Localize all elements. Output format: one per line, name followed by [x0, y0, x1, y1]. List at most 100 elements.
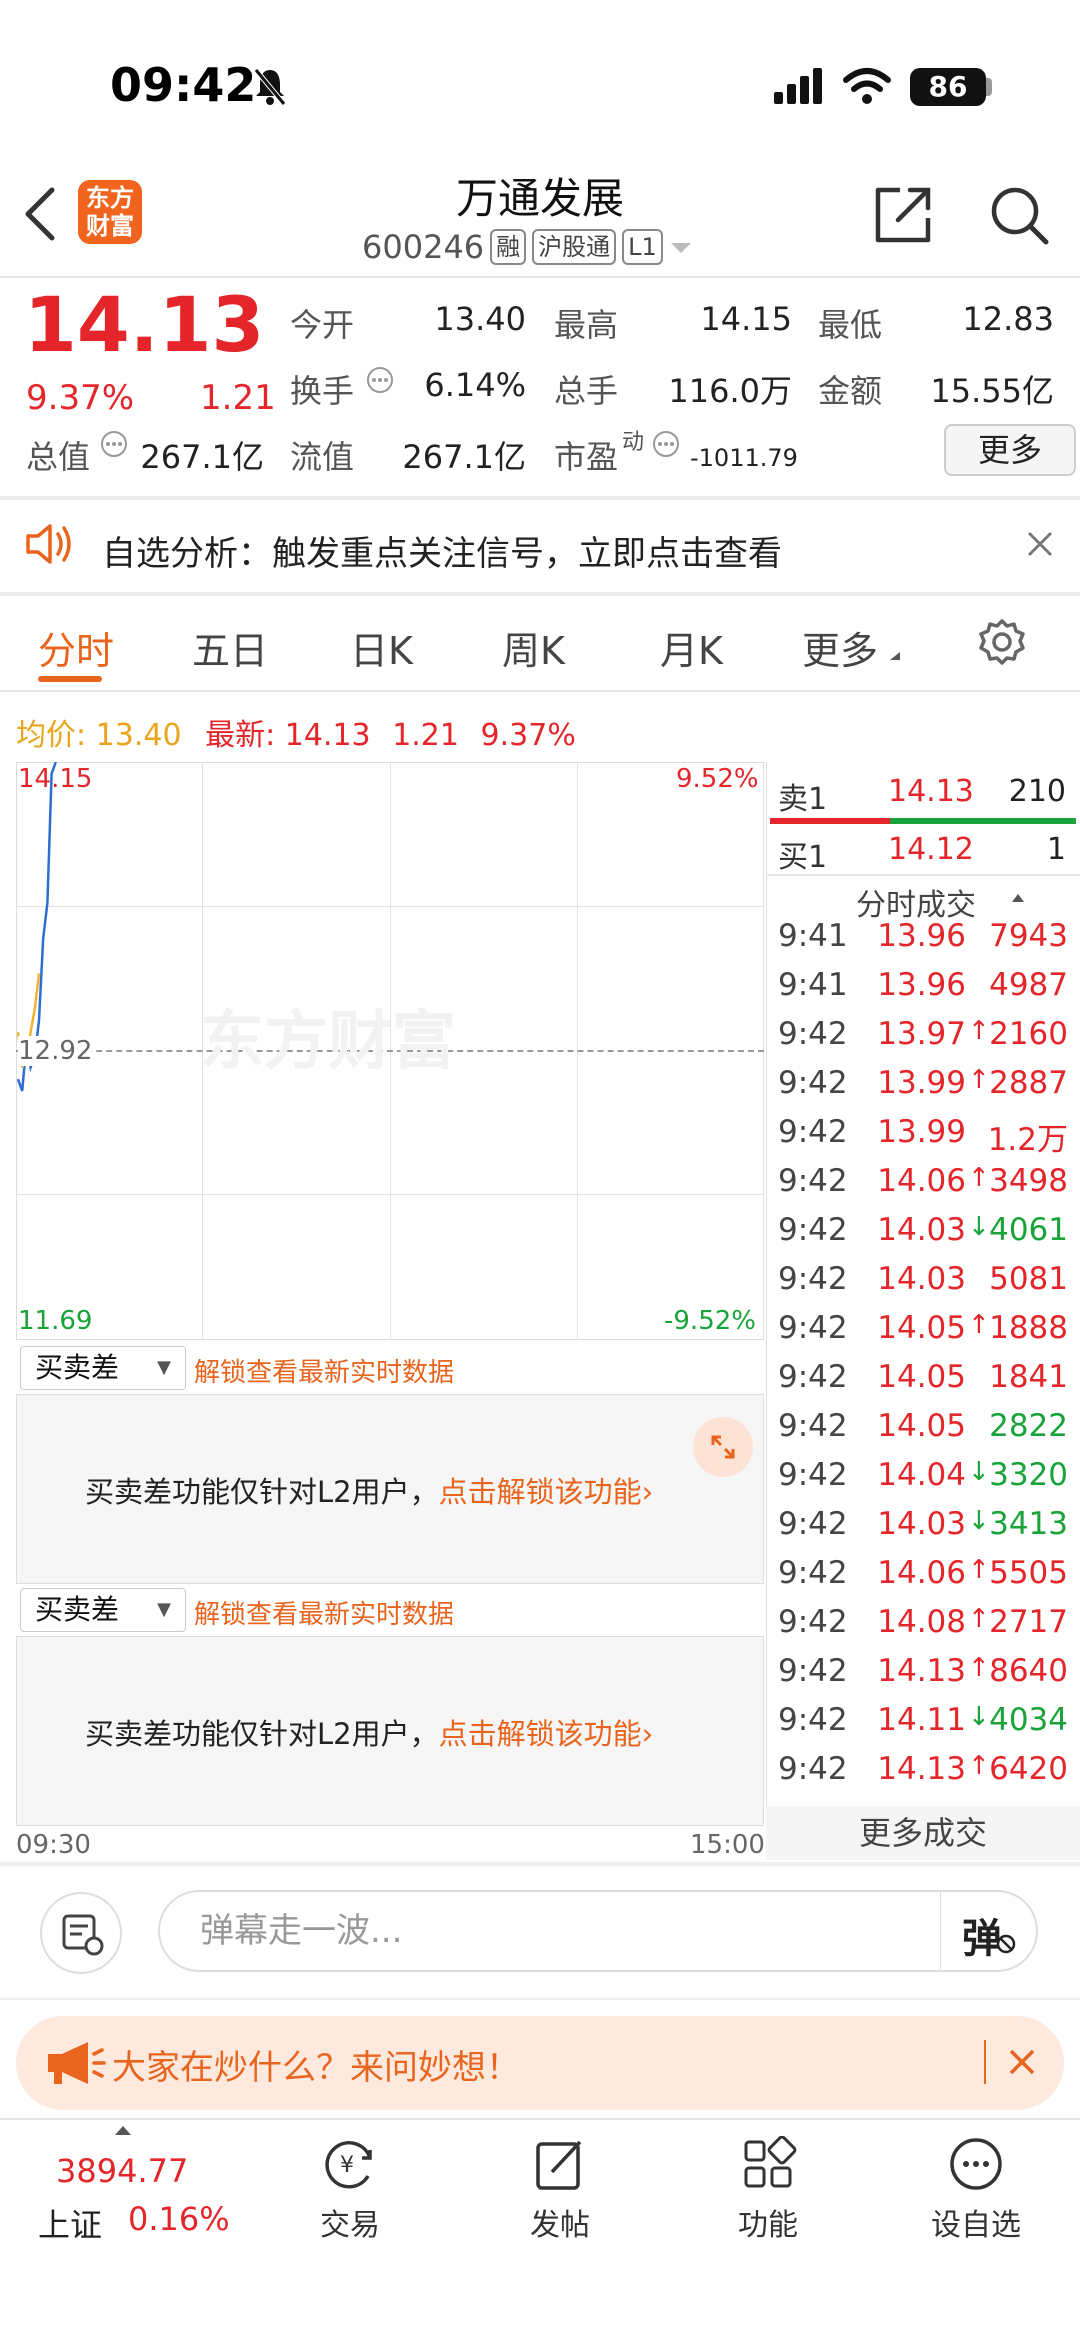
summary-line: 均价: 13.40 最新: 14.13 1.21 9.37% — [16, 710, 576, 754]
trade-volume: 2887 — [989, 1065, 1068, 1101]
trade-row: 9:42 14.03 ↓ 3413 — [778, 1506, 1068, 1554]
chevron-right-icon: › — [641, 1475, 654, 1509]
volume-label: 总手 — [554, 372, 619, 410]
trade-volume: 2822 — [989, 1408, 1068, 1444]
nav-add-watchlist[interactable]: 设自选 — [896, 2136, 1056, 2244]
price-lines — [16, 762, 57, 1092]
open-value: 13.40 — [434, 300, 526, 338]
latest-label: 最新: — [205, 718, 276, 753]
tab-weekly-k[interactable]: 周K — [502, 620, 565, 675]
float-value-label: 流值 — [290, 438, 355, 476]
promo-banner[interactable]: 大家在炒什么？来问妙想！ — [16, 2016, 1064, 2110]
info-dots-icon[interactable] — [100, 430, 128, 458]
total-value-label: 总值 — [26, 438, 91, 476]
pct-bottom-label: -9.52% — [664, 1306, 756, 1336]
nav-divider — [0, 2118, 1080, 2120]
sell-bar — [770, 818, 890, 824]
amount-value: 15.55亿 — [930, 372, 1054, 410]
trade-time: 9:42 — [778, 1212, 848, 1248]
note-icon — [62, 1914, 104, 1956]
volume-value: 116.0万 — [668, 372, 792, 410]
trade-volume: 4061 — [989, 1212, 1068, 1248]
trade-time: 9:41 — [778, 918, 848, 954]
diff-unlock-link[interactable]: 点击解锁该功能 — [439, 1717, 642, 1751]
avg-label: 均价: — [16, 718, 87, 753]
grid-apps-icon — [744, 2135, 797, 2188]
trade-row: 9:42 13.99 ↑ 2887 — [778, 1065, 1068, 1113]
index-value[interactable]: 3894.77 — [56, 2152, 188, 2190]
tab-intraday[interactable]: 分时 — [38, 620, 114, 675]
trade-time: 9:42 — [778, 1653, 848, 1689]
turnover-label: 换手 — [290, 372, 355, 410]
trade-time: 9:42 — [778, 1506, 848, 1542]
high-value: 14.15 — [700, 300, 792, 338]
open-label: 今开 — [290, 306, 355, 344]
dropdown-triangle-icon[interactable] — [669, 237, 693, 257]
trade-volume: 8640 — [989, 1653, 1068, 1689]
avg-value: 13.40 — [95, 718, 182, 753]
tab-five-day[interactable]: 五日 — [192, 620, 268, 675]
more-trades-button[interactable]: 更多成交 — [766, 1806, 1080, 1860]
diff-locked-panel[interactable]: 买卖差功能仅针对L2用户，点击解锁该功能› — [16, 1394, 764, 1584]
trade-price: 13.96 — [877, 967, 966, 1003]
nav-post[interactable]: 发帖 — [480, 2136, 640, 2244]
trade-price: 14.03 — [877, 1212, 966, 1248]
change-amount: 1.21 — [200, 378, 276, 418]
trade-price: 13.97 — [877, 1016, 966, 1052]
info-dots-icon[interactable] — [366, 366, 394, 394]
close-icon[interactable] — [1026, 530, 1054, 558]
trade-price: 13.96 — [877, 918, 966, 954]
diff-message: 买卖差功能仅针对L2用户， — [85, 1717, 439, 1751]
header-divider — [0, 276, 1080, 278]
danmu-input[interactable]: 弹幕走一波... — [158, 1890, 1038, 1972]
trade-yuan-icon: ¥ — [325, 2141, 372, 2189]
trade-row: 9:42 14.05 ↑ 1888 — [778, 1310, 1068, 1358]
pe-value: -1011.79 — [690, 444, 798, 472]
tab-daily-k[interactable]: 日K — [350, 620, 413, 675]
trade-row: 9:42 14.13 ↑ 8640 — [778, 1653, 1068, 1701]
quote-divider — [0, 496, 1080, 500]
diff-message: 买卖差功能仅针对L2用户， — [85, 1475, 439, 1509]
expand-icon[interactable] — [693, 1417, 753, 1477]
diff-unlock-hint[interactable]: 解锁查看最新实时数据 — [194, 1594, 454, 1631]
tag-level: L1 — [622, 229, 663, 265]
diff-locked-panel[interactable]: 买卖差功能仅针对L2用户，点击解锁该功能› — [16, 1636, 764, 1826]
more-quote-button[interactable]: 更多 — [944, 424, 1076, 476]
y-bottom-label: 11.69 — [18, 1306, 93, 1336]
nav-trade[interactable]: ¥ 交易 — [270, 2136, 430, 2244]
diff-select[interactable]: 买卖差 ▼ — [20, 1588, 186, 1632]
notice-text[interactable]: 自选分析：触发重点关注信号，立即点击查看 — [102, 526, 782, 575]
gear-icon[interactable] — [978, 618, 1026, 666]
nav-functions-label: 功能 — [738, 2208, 798, 2243]
search-icon[interactable] — [988, 184, 1050, 246]
more-trades-bar[interactable]: 更多成交 — [766, 1806, 1080, 1860]
svg-text:¥: ¥ — [340, 2153, 354, 2178]
trade-price: 14.05 — [877, 1359, 966, 1395]
dropdown-triangle-icon: ▼ — [157, 1357, 171, 1378]
diff-unlock-hint[interactable]: 解锁查看最新实时数据 — [194, 1352, 454, 1389]
signal-icon — [774, 68, 822, 104]
close-icon[interactable] — [1008, 2048, 1036, 2076]
tab-more[interactable]: 更多 — [802, 620, 878, 675]
trade-price: 14.05 — [877, 1408, 966, 1444]
dropdown-triangle-icon: ▼ — [157, 1599, 171, 1620]
trade-row: 9:42 14.03 5081 — [778, 1261, 1068, 1309]
share-icon[interactable] — [872, 184, 934, 246]
nav-functions[interactable]: 功能 — [688, 2135, 848, 2244]
index-pct[interactable]: 0.16% — [128, 2200, 230, 2238]
info-dots-icon[interactable] — [652, 430, 680, 458]
sort-up-icon[interactable] — [1010, 892, 1026, 904]
tab-monthly-k[interactable]: 月K — [660, 620, 723, 675]
trade-volume: 5505 — [989, 1555, 1068, 1591]
total-value: 267.1亿 — [140, 438, 264, 476]
diff-unlock-link[interactable]: 点击解锁该功能 — [439, 1475, 642, 1509]
trade-row: 9:41 13.96 7943 — [778, 918, 1068, 966]
index-name[interactable]: 上证 — [38, 2200, 102, 2246]
trade-volume: 3498 — [989, 1163, 1068, 1199]
trade-row: 9:42 14.03 ↓ 4061 — [778, 1212, 1068, 1260]
diff-select[interactable]: 买卖差 ▼ — [20, 1346, 186, 1390]
y-mid-label: 12.92 — [18, 1036, 93, 1066]
trade-price: 14.06 — [877, 1163, 966, 1199]
buy-bar — [890, 818, 1076, 824]
note-button[interactable] — [40, 1892, 122, 1974]
